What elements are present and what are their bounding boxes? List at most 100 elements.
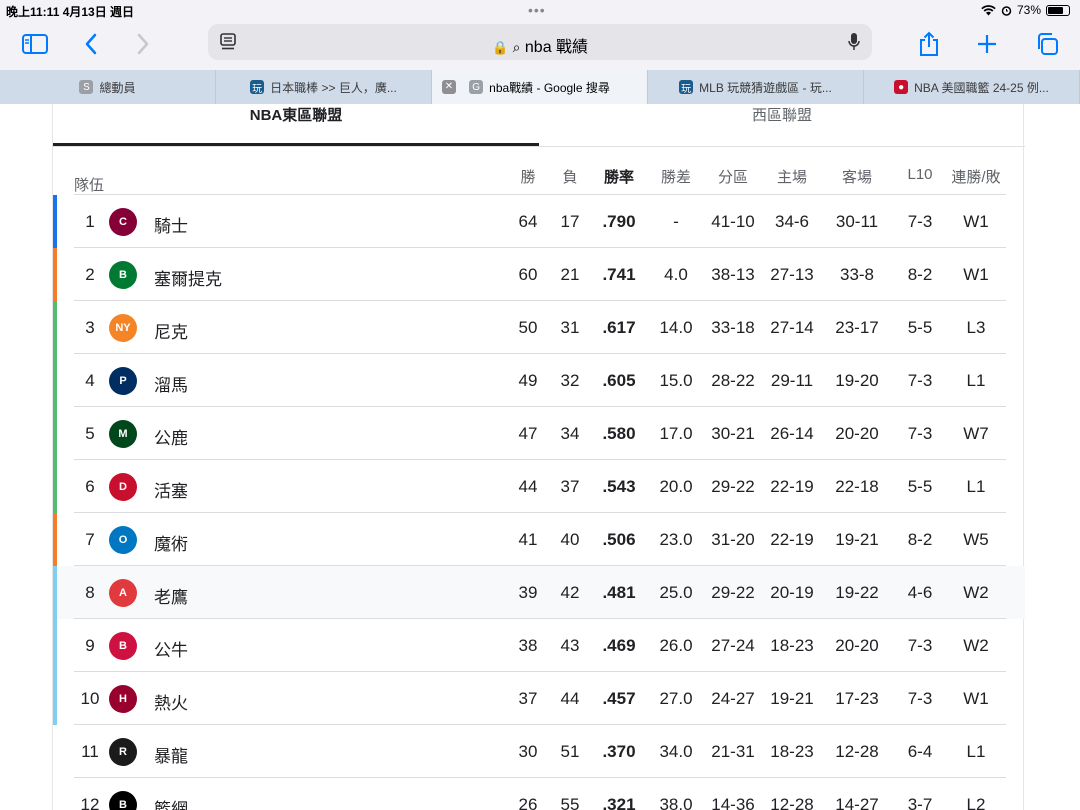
team-name[interactable]: 暴龍 — [154, 742, 188, 767]
seed-indicator — [53, 407, 57, 460]
cell-pct: .580 — [602, 424, 636, 443]
status-right: 73% — [981, 3, 1070, 17]
cell-l10: 7-3 — [907, 371, 933, 390]
team-logo-icon[interactable]: H — [109, 685, 137, 713]
cell-w: 50 — [518, 318, 538, 337]
sidebar-icon[interactable] — [20, 29, 50, 59]
browser-tab[interactable]: 玩 MLB 玩競猜遊戲區 - 玩... — [648, 70, 864, 104]
team-rank: 4 — [85, 371, 95, 390]
team-name[interactable]: 塞爾提克 — [154, 265, 222, 290]
table-row[interactable]: 5 M 公鹿 47 34 .580 17.0 30-21 26-14 20-20 7-3 W7 — [53, 407, 1025, 460]
team-logo-icon[interactable]: B — [109, 791, 137, 810]
cell-l: 32 — [560, 371, 580, 390]
table-row[interactable]: 11 R 暴龍 30 51 .370 34.0 21-31 18-23 12-28 6-4 L1 — [53, 725, 1025, 778]
table-row[interactable]: 6 D 活塞 44 37 .543 20.0 29-22 22-19 22-18 5-5 L1 — [53, 460, 1025, 513]
cell-strk: L3 — [966, 318, 986, 337]
tab-divider — [53, 146, 1025, 147]
table-row[interactable]: 3 NY 尼克 50 31 .617 14.0 33-18 27-14 23-17 5-5 L3 — [53, 301, 1025, 354]
tab-east[interactable]: NBA東區聯盟 — [53, 104, 539, 146]
cell-l10: 6-4 — [907, 742, 933, 761]
share-icon[interactable] — [914, 29, 944, 59]
table-row[interactable]: 4 P 溜馬 49 32 .605 15.0 28-22 29-11 19-20 7-3 L1 — [53, 354, 1025, 407]
cell-l10: 7-3 — [907, 212, 933, 231]
table-row[interactable]: 2 B 塞爾提克 60 21 .741 4.0 38-13 27-13 33-8 8-2 W1 — [53, 248, 1025, 301]
team-rank: 8 — [85, 583, 95, 602]
team-logo-icon[interactable]: B — [109, 261, 137, 289]
cell-strk: W2 — [963, 636, 989, 655]
cell-home: 29-11 — [770, 371, 814, 390]
table-row[interactable]: 12 B 籃網 26 55 .321 38.0 14-36 12-28 14-27 3-7 L2 — [53, 778, 1025, 810]
cell-gb: 20.0 — [659, 477, 693, 496]
team-name[interactable]: 籃網 — [154, 795, 188, 810]
cell-w: 49 — [518, 371, 538, 390]
cell-gb: 23.0 — [659, 530, 693, 549]
url-field[interactable]: 🔒 ⌕ nba 戰績 — [208, 33, 872, 57]
cell-home: 34-6 — [774, 212, 810, 231]
browser-tab[interactable]: ● NBA 美國職籃 24-25 例... — [864, 70, 1080, 104]
team-name[interactable]: 騎士 — [154, 212, 188, 237]
url-text: nba 戰績 — [524, 39, 589, 56]
team-logo-icon[interactable]: D — [109, 473, 137, 501]
team-logo-icon[interactable]: M — [109, 420, 137, 448]
team-rank: 12 — [80, 795, 100, 810]
browser-tab[interactable]: ✕ Gnba戰績 - Google 搜尋 — [432, 70, 648, 104]
table-row[interactable]: 9 B 公牛 38 43 .469 26.0 27-24 18-23 20-20 7-3 W2 — [53, 619, 1025, 672]
conference-tabs: NBA東區聯盟 西區聯盟 — [53, 104, 1025, 147]
header-l10: L10 — [907, 166, 933, 183]
team-logo-icon[interactable]: A — [109, 579, 137, 607]
team-logo-icon[interactable]: B — [109, 632, 137, 660]
cell-w: 44 — [518, 477, 538, 496]
team-name[interactable]: 公鹿 — [154, 424, 188, 449]
tab-west[interactable]: 西區聯盟 — [539, 104, 1025, 146]
cell-div: 29-22 — [711, 583, 755, 602]
cell-home: 26-14 — [770, 424, 814, 443]
cell-away: 33-8 — [839, 265, 875, 284]
new-tab-icon[interactable] — [972, 29, 1002, 59]
browser-tab[interactable]: 玩日本職棒 >> 巨人，廣... — [216, 70, 432, 104]
team-logo-icon[interactable]: C — [109, 208, 137, 236]
table-row[interactable]: 8 A 老鷹 39 42 .481 25.0 29-22 20-19 19-22 4-6 W2 — [53, 566, 1025, 619]
team-name[interactable]: 活塞 — [154, 477, 188, 502]
status-bar: 晚上11:11 4月13日 週日 ••• 73% — [0, 0, 1080, 20]
team-logo-icon[interactable]: O — [109, 526, 137, 554]
team-name[interactable]: 公牛 — [154, 636, 188, 661]
cell-w: 30 — [518, 742, 538, 761]
cell-pct: .790 — [602, 212, 636, 231]
tab-overview-icon[interactable] — [1032, 29, 1062, 59]
forward-icon[interactable] — [128, 29, 158, 59]
lock-icon: 🔒 — [491, 40, 509, 55]
team-name[interactable]: 溜馬 — [154, 371, 188, 396]
wifi-icon — [981, 4, 996, 15]
cell-div: 30-21 — [711, 424, 755, 443]
status-time: 晚上11:11 4月13日 週日 — [6, 5, 135, 19]
cell-l: 44 — [560, 689, 580, 708]
battery-icon — [1046, 4, 1070, 16]
cell-div: 28-22 — [711, 371, 755, 390]
cell-pct: .543 — [602, 477, 636, 496]
cell-l10: 8-2 — [907, 265, 933, 284]
cell-pct: .481 — [602, 583, 636, 602]
team-logo-icon[interactable]: NY — [109, 314, 137, 342]
table-row[interactable]: 7 O 魔術 41 40 .506 23.0 31-20 22-19 19-21 8-2 W5 — [53, 513, 1025, 566]
cell-away: 17-23 — [835, 689, 879, 708]
team-logo-icon[interactable]: P — [109, 367, 137, 395]
cell-gb: 27.0 — [659, 689, 693, 708]
cell-w: 41 — [518, 530, 538, 549]
address-bar[interactable]: 🔒 ⌕ nba 戰績 — [208, 24, 872, 60]
team-name[interactable]: 魔術 — [154, 530, 188, 555]
cell-w: 39 — [518, 583, 538, 602]
team-name[interactable]: 熱火 — [154, 689, 188, 714]
team-name[interactable]: 尼克 — [154, 318, 188, 343]
browser-tab[interactable]: S 總動員 — [0, 70, 216, 104]
team-name[interactable]: 老鷹 — [154, 583, 188, 608]
table-row[interactable]: 1 C 騎士 64 17 .790 - 41-10 34-6 30-11 7-3 W1 — [53, 195, 1025, 248]
table-row[interactable]: 10 H 熱火 37 44 .457 27.0 24-27 19-21 17-23 7-3 W1 — [53, 672, 1025, 725]
cell-strk: W7 — [963, 424, 989, 443]
microphone-icon[interactable] — [848, 32, 860, 57]
multitask-dots-icon[interactable]: ••• — [528, 2, 546, 18]
team-logo-icon[interactable]: R — [109, 738, 137, 766]
header-gb: 勝差 — [660, 169, 691, 186]
back-icon[interactable] — [76, 29, 106, 59]
cell-l: 21 — [560, 265, 580, 284]
close-tab-icon[interactable]: ✕ — [442, 80, 456, 94]
